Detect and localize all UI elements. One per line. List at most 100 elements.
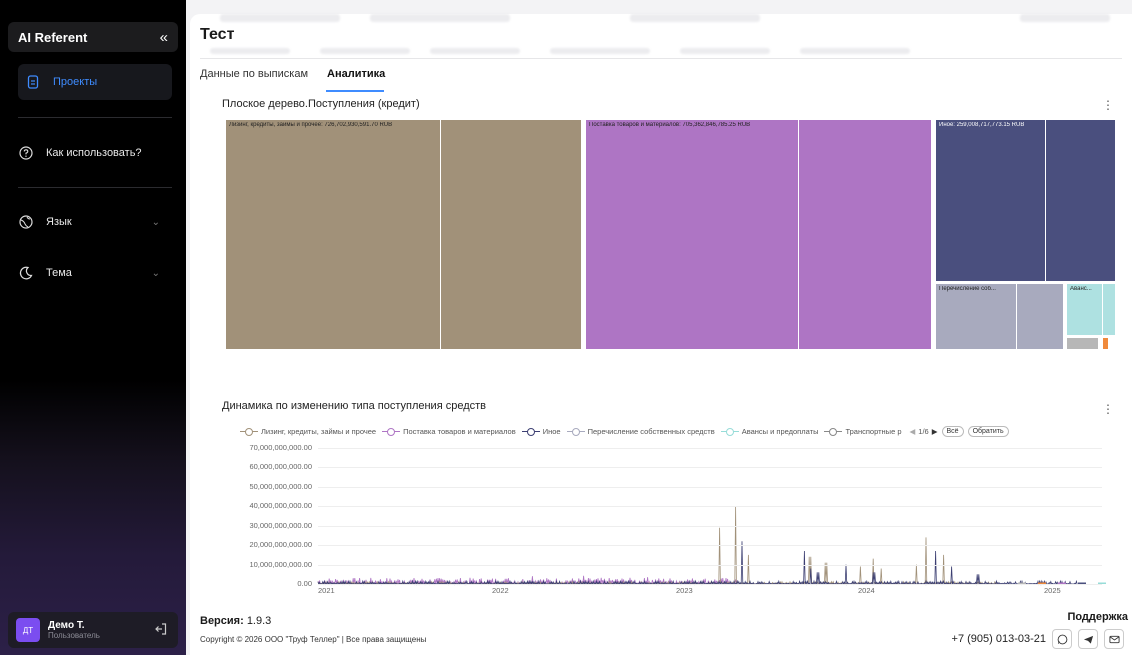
sidebar-item-label: Как использовать? <box>46 147 142 159</box>
blurred-header <box>630 14 760 22</box>
treemap-tile-transfer[interactable]: Перечисление соб... <box>936 284 1017 350</box>
y-tick-label: 20,000,000,000.00 <box>249 540 312 550</box>
copyright: Copyright © 2026 ООО "Труф Теллер" | Все… <box>200 635 427 644</box>
grid-line <box>318 448 1102 449</box>
grid-line <box>318 545 1102 547</box>
y-tick-label: 10,000,000,000.00 <box>249 559 312 569</box>
treemap-tile-small[interactable] <box>1103 338 1109 350</box>
user-role: Пользователь <box>48 631 100 640</box>
grid-line <box>318 584 1102 585</box>
x-tick-label: 2024 <box>858 586 875 594</box>
legend-label: Поставка товаров и материалов <box>403 427 516 436</box>
support-phone[interactable]: +7 (905) 013-03-21 <box>952 633 1046 645</box>
blurred-subnav <box>550 48 650 54</box>
legend-marker <box>521 427 540 436</box>
legend-label: Авансы и предоплаты <box>741 427 819 436</box>
treemap-tile-small[interactable] <box>1067 338 1099 350</box>
treemap-title: Плоское дерево.Поступления (кредит) <box>222 98 420 110</box>
telegram-icon[interactable] <box>1078 629 1098 649</box>
treemap-tile-leasing-2[interactable] <box>441 120 582 350</box>
user-card[interactable]: ДТ Демо Т. Пользователь <box>8 612 178 648</box>
sidebar-item-how-to-use[interactable]: Как использовать? <box>18 135 172 171</box>
mail-icon[interactable] <box>1104 629 1124 649</box>
legend-prev-icon[interactable]: ◀ <box>910 427 916 436</box>
treemap-tile-other-2[interactable] <box>1046 120 1116 282</box>
grid-line <box>318 467 1102 469</box>
grid-line <box>318 506 1102 508</box>
tab-statements[interactable]: Данные по выпискам <box>200 68 308 80</box>
legend-item[interactable]: Перечисление собственных средств <box>566 427 715 436</box>
treemap-menu-button[interactable]: ⋮ <box>1102 98 1114 112</box>
sidebar-item-language[interactable]: Язык ⌄ <box>18 204 172 240</box>
version-number: 1.9.3 <box>246 615 272 627</box>
legend-next-icon[interactable]: ▶ <box>932 427 938 436</box>
legend-marker <box>824 427 843 436</box>
blurred-subnav <box>320 48 410 54</box>
treemap-tile-supply-2[interactable] <box>799 120 932 350</box>
treemap-label: Иное: 259,008,717,773.15 RUB <box>939 122 1025 128</box>
legend-item[interactable]: Лизинг, кредиты, займы и прочее <box>240 427 376 436</box>
sidebar-item-projects[interactable]: Проекты <box>18 64 172 100</box>
divider <box>18 187 172 188</box>
legend-item[interactable]: Иное <box>521 427 561 436</box>
legend-label: Иное <box>542 427 561 436</box>
main-content: Тест Данные по выпискам Аналитика Плоско… <box>190 14 1132 655</box>
treemap-tile-other[interactable]: Иное: 259,008,717,773.15 RUB <box>936 120 1046 282</box>
legend-item[interactable]: Поставка товаров и материалов <box>382 427 516 436</box>
legend-item[interactable]: Авансы и предоплаты <box>720 427 819 436</box>
sidebar-item-theme[interactable]: Тема ⌄ <box>18 255 172 291</box>
treemap-label: Перечисление соб... <box>939 286 996 292</box>
treemap: Лизинг, кредиты, займы и прочее: 726,702… <box>226 120 1116 350</box>
blurred-subnav <box>800 48 910 54</box>
blurred-subnav <box>210 48 290 54</box>
version-label: Версия: <box>200 615 244 627</box>
version: Версия: 1.9.3 <box>200 615 271 627</box>
tab-analytics[interactable]: Аналитика <box>327 68 385 80</box>
x-tick-label: 2025 <box>1044 586 1061 594</box>
divider <box>18 117 172 118</box>
whatsapp-icon[interactable] <box>1052 629 1072 649</box>
grid-line <box>318 564 1102 566</box>
document-icon <box>25 74 41 90</box>
analytics-panel: Плоское дерево.Поступления (кредит) ⋮ Ли… <box>222 96 1118 594</box>
treemap-tile-advance-2[interactable] <box>1103 284 1116 336</box>
logout-icon[interactable] <box>154 622 168 641</box>
treemap-tile-supply[interactable]: Поставка товаров и материалов: 705,362,8… <box>586 120 799 350</box>
y-tick-label: 70,000,000,000.00 <box>249 443 312 452</box>
legend-item[interactable]: Транспортные р <box>824 427 902 436</box>
dynamics-line-chart <box>317 506 1106 586</box>
y-tick-label: 30,000,000,000.00 <box>249 520 312 530</box>
collapse-sidebar-button[interactable]: « <box>160 29 168 46</box>
brand-logo: AI Referent <box>18 29 88 45</box>
page-title: Тест <box>200 26 235 43</box>
blurred-header <box>220 14 340 22</box>
help-icon <box>18 145 34 161</box>
x-tick-label: 2022 <box>492 586 509 594</box>
sidebar-item-label: Тема <box>46 267 72 279</box>
legend-marker <box>240 427 258 436</box>
dynamics-menu-button[interactable]: ⋮ <box>1102 402 1114 416</box>
treemap-tile-advance[interactable]: Аванс... <box>1067 284 1103 336</box>
treemap-tile-transfer-2[interactable] <box>1017 284 1064 350</box>
x-tick-label: 2021 <box>318 586 335 594</box>
y-tick-label: 60,000,000,000.00 <box>249 462 312 472</box>
legend-marker <box>720 427 739 436</box>
legend-marker <box>566 427 585 436</box>
blurred-header <box>370 14 510 22</box>
legend-label: Лизинг, кредиты, займы и прочее <box>261 427 377 436</box>
treemap-label: Лизинг, кредиты, займы и прочее: 726,702… <box>229 122 393 128</box>
sidebar-item-label: Проекты <box>53 76 98 88</box>
globe-icon <box>18 214 34 230</box>
treemap-label: Аванс... <box>1070 286 1092 292</box>
y-tick-label: 0.00 <box>297 579 312 588</box>
blurred-header <box>1020 14 1110 22</box>
sidebar: AI Referent « Проекты Как использовать? … <box>0 0 186 655</box>
footer: Версия: 1.9.3 Copyright © 2026 ООО "Труф… <box>190 605 1132 655</box>
x-tick-label: 2023 <box>676 586 693 594</box>
legend-label: Транспортные р <box>845 427 902 436</box>
tabs-divider <box>200 58 1122 59</box>
treemap-tile-leasing[interactable]: Лизинг, кредиты, займы и прочее: 726,702… <box>226 120 441 350</box>
grid-line <box>318 486 1102 488</box>
legend-page: 1/6 <box>918 427 929 436</box>
sidebar-header: AI Referent « <box>8 22 178 52</box>
